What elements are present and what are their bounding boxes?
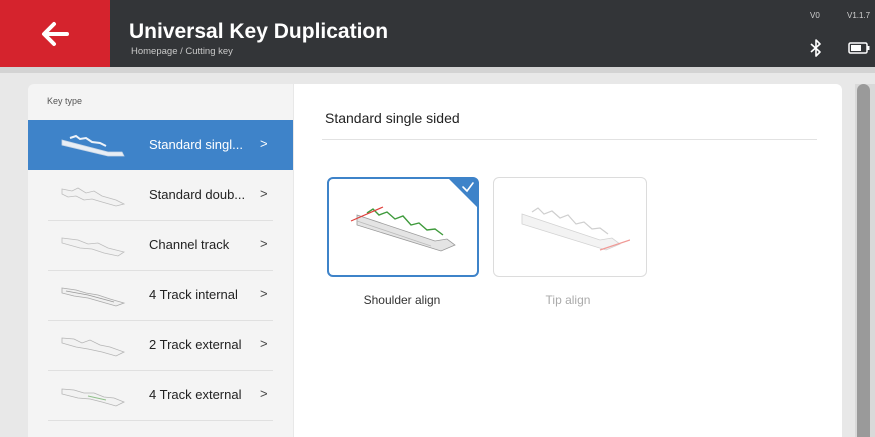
app-header: Universal Key Duplication Homepage / Cut… [0, 0, 875, 67]
main-panel: Standard single sided Shoulder align Tip… [294, 84, 842, 437]
chevron-right-icon: > [260, 336, 268, 351]
key-blade-icon [61, 287, 126, 307]
key-blade-icon [61, 237, 125, 257]
tip-align-label: Tip align [545, 293, 591, 307]
section-title: Standard single sided [325, 110, 460, 126]
sidebar-item-channel-track[interactable]: Channel track > [28, 220, 293, 270]
chevron-right-icon: > [260, 386, 268, 401]
chevron-right-icon: > [260, 236, 268, 251]
page-title: Universal Key Duplication [129, 20, 389, 43]
sidebar-item-2-track-external[interactable]: 2 Track external > [28, 320, 293, 370]
version-v0: V0 [810, 11, 820, 20]
bluetooth-icon [810, 39, 821, 57]
sidebar-item-label: Channel track [149, 237, 230, 252]
tip-align-option[interactable] [493, 177, 647, 277]
chevron-right-icon: > [260, 286, 268, 301]
arrow-left-icon [42, 21, 69, 46]
sidebar-item-label: Standard singl... [149, 137, 243, 152]
shoulder-align-option[interactable] [327, 177, 479, 277]
key-blade-icon [61, 187, 126, 207]
back-button[interactable] [0, 0, 110, 67]
chevron-right-icon: > [260, 186, 268, 201]
shoulder-align-key-illustration [350, 206, 456, 252]
sidebar-item-4-track-internal[interactable]: 4 Track internal > [28, 270, 293, 320]
sidebar-header: Key type [47, 96, 83, 106]
key-type-sidebar: Key type Standard singl... > Standard do… [28, 84, 293, 437]
checkmark-icon [462, 182, 474, 193]
sidebar-item-standard-single[interactable]: Standard singl... > [28, 120, 293, 170]
list-divider [48, 220, 273, 221]
shoulder-align-label: Shoulder align [363, 293, 441, 307]
list-divider [48, 420, 273, 421]
scrollbar-thumb[interactable] [857, 84, 870, 437]
key-blade-icon [61, 388, 125, 407]
sidebar-item-standard-double[interactable]: Standard doub... > [28, 170, 293, 220]
sidebar-item-label: 4 Track external [149, 387, 242, 402]
list-divider [48, 320, 273, 321]
list-divider [48, 370, 273, 371]
tip-align-key-illustration [521, 207, 630, 251]
breadcrumb: Homepage / Cutting key [131, 46, 233, 57]
header-divider-strip [0, 67, 875, 73]
sidebar-item-4-track-external[interactable]: 4 Track external > [28, 370, 293, 420]
list-divider [48, 270, 273, 271]
battery-icon [848, 42, 870, 54]
key-blade-icon [61, 134, 125, 157]
chevron-right-icon: > [260, 136, 268, 151]
sidebar-item-label: 4 Track internal [149, 287, 238, 302]
sidebar-item-label: 2 Track external [149, 337, 242, 352]
key-blade-icon [61, 337, 126, 357]
version-label: V1.1.7 [847, 11, 871, 20]
section-divider [322, 139, 817, 140]
sidebar-item-label: Standard doub... [149, 187, 246, 202]
